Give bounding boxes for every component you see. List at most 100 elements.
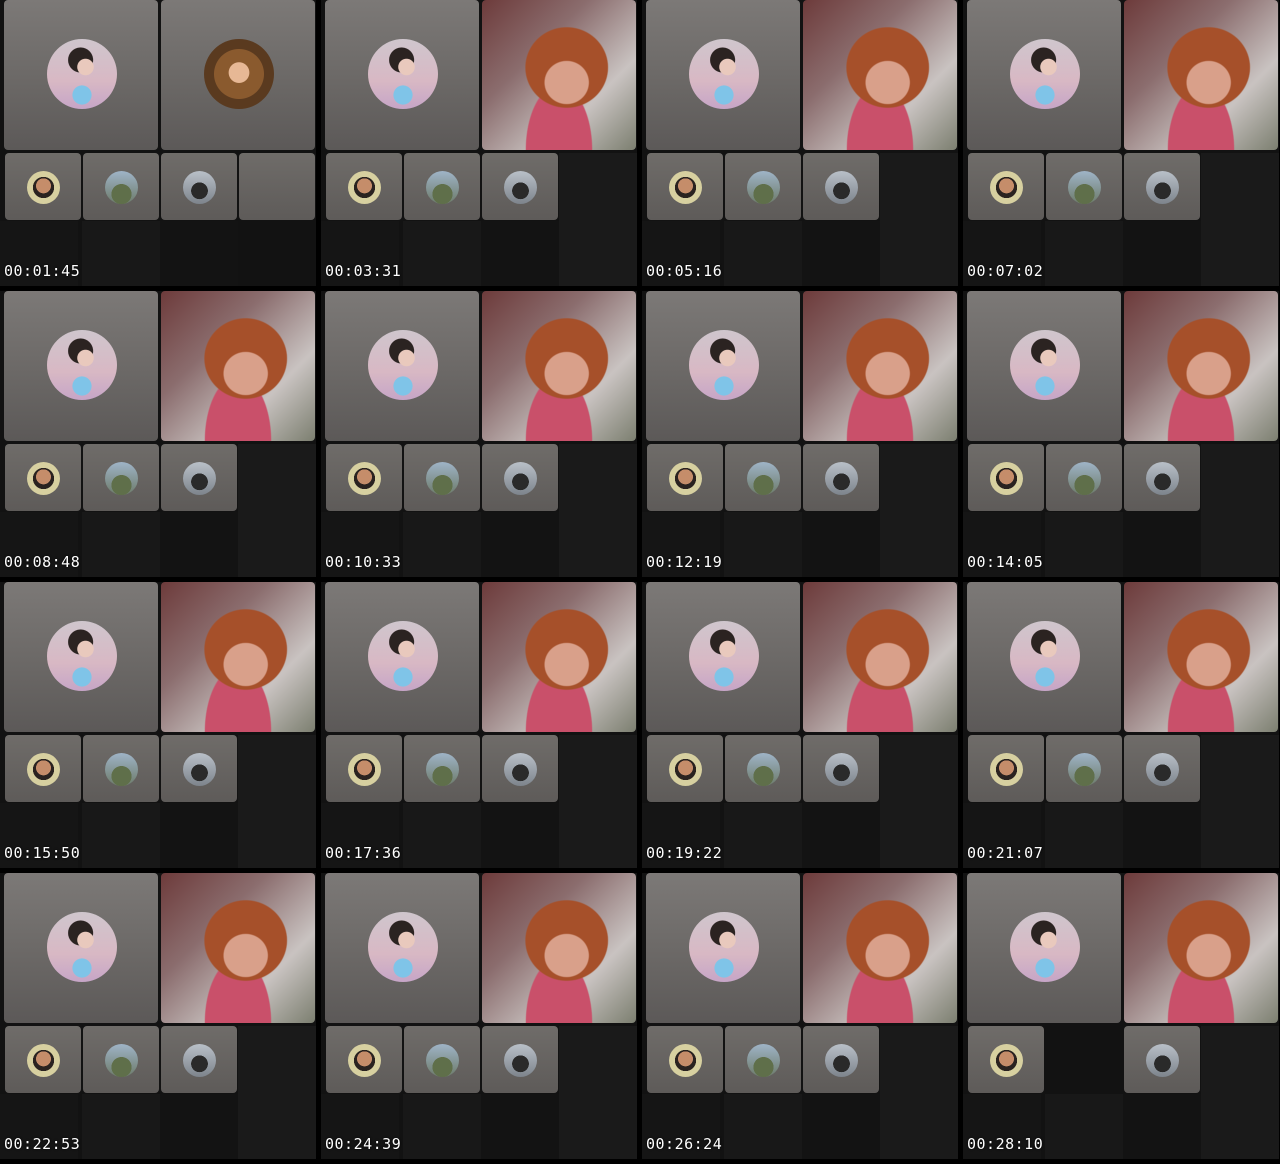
participant-video: [803, 582, 957, 732]
frame-timestamp: 00:03:31: [325, 262, 402, 280]
frame-timestamp: 00:19:22: [646, 844, 723, 862]
frame-thumbnail[interactable]: 00:24:39: [321, 873, 637, 1159]
avatar: [368, 912, 438, 982]
participant-tile-small: [161, 444, 237, 511]
participant-tile-small: [1124, 735, 1200, 802]
frame-thumbnail[interactable]: 00:17:36: [321, 582, 637, 868]
frame-thumbnail[interactable]: 00:12:19: [642, 291, 958, 577]
participant-tile-small: [5, 735, 81, 802]
avatar: [204, 39, 274, 109]
participant-tile-main: [646, 291, 800, 441]
avatar: [504, 462, 537, 495]
participant-video: [482, 873, 636, 1023]
participant-tile-small: [161, 153, 237, 220]
participant-video: [803, 873, 957, 1023]
participant-tile-small: [968, 444, 1044, 511]
avatar: [1146, 1044, 1179, 1077]
frame-timestamp: 00:28:10: [967, 1135, 1044, 1153]
participant-tile-small: [725, 1026, 801, 1093]
avatar: [1010, 912, 1080, 982]
participant-tile-small: [482, 153, 558, 220]
participant-video-small: [239, 153, 315, 220]
frame-thumbnail[interactable]: 00:26:24: [642, 873, 958, 1159]
frame-timestamp: 00:05:16: [646, 262, 723, 280]
frame-thumbnail[interactable]: 00:07:02: [963, 0, 1279, 286]
avatar: [426, 171, 459, 204]
frame-timestamp: 00:22:53: [4, 1135, 81, 1153]
frame-thumbnail[interactable]: 00:10:33: [321, 291, 637, 577]
participant-tile-small: [83, 735, 159, 802]
avatar: [183, 462, 216, 495]
frame-thumbnail[interactable]: 00:08:48: [0, 291, 316, 577]
avatar: [990, 171, 1023, 204]
avatar: [348, 753, 381, 786]
participant-tile-small: [647, 444, 723, 511]
participant-video: [1124, 291, 1278, 441]
avatar: [27, 753, 60, 786]
participant-tile-small: [803, 153, 879, 220]
frame-thumbnail[interactable]: 00:21:07: [963, 582, 1279, 868]
frame-thumbnail[interactable]: 00:28:10: [963, 873, 1279, 1159]
avatar: [1068, 171, 1101, 204]
participant-tile-small: [83, 1026, 159, 1093]
avatar: [47, 912, 117, 982]
video-contact-sheet: 00:01:45 00:03:31 00:05:16 00:07:02 00:0…: [0, 0, 1280, 1164]
participant-tile-small: [647, 735, 723, 802]
participant-tile-small: [1046, 153, 1122, 220]
participant-tile-small: [725, 153, 801, 220]
participant-tile-small: [1046, 444, 1122, 511]
avatar: [747, 753, 780, 786]
participant-tile-small: [803, 444, 879, 511]
participant-tile-main: [646, 0, 800, 150]
participant-tile-small: [482, 444, 558, 511]
avatar: [504, 171, 537, 204]
participant-tile-main: [325, 291, 479, 441]
avatar: [348, 1044, 381, 1077]
participant-tile-main: [4, 582, 158, 732]
participant-video: [803, 0, 957, 150]
avatar: [105, 753, 138, 786]
participant-tile-small: [326, 1026, 402, 1093]
participant-video: [482, 291, 636, 441]
participant-video: [803, 291, 957, 441]
frame-thumbnail[interactable]: 00:03:31: [321, 0, 637, 286]
frame-thumbnail[interactable]: 00:19:22: [642, 582, 958, 868]
participant-tile-small: [968, 735, 1044, 802]
participant-tile-small: [725, 444, 801, 511]
participant-tile-small: [647, 1026, 723, 1093]
avatar: [1146, 462, 1179, 495]
avatar: [689, 330, 759, 400]
participant-tile-small: [5, 1026, 81, 1093]
participant-tile-main: [325, 873, 479, 1023]
participant-tile-main: [4, 291, 158, 441]
participant-tile-small: [404, 444, 480, 511]
frame-thumbnail[interactable]: 00:15:50: [0, 582, 316, 868]
frame-timestamp: 00:17:36: [325, 844, 402, 862]
avatar: [1010, 621, 1080, 691]
participant-tile-main: [967, 291, 1121, 441]
avatar: [747, 171, 780, 204]
participant-video: [161, 873, 315, 1023]
participant-tile-small: [404, 153, 480, 220]
avatar: [426, 462, 459, 495]
avatar: [183, 171, 216, 204]
avatar: [1068, 753, 1101, 786]
avatar: [27, 171, 60, 204]
participant-video: [1124, 0, 1278, 150]
participant-video: [161, 291, 315, 441]
participant-tile-small: [1124, 1026, 1200, 1093]
frame-thumbnail[interactable]: 00:14:05: [963, 291, 1279, 577]
avatar: [368, 39, 438, 109]
frame-thumbnail[interactable]: 00:01:45: [0, 0, 316, 286]
participant-tile-small: [326, 153, 402, 220]
participant-tile-main: [646, 582, 800, 732]
frame-timestamp: 00:10:33: [325, 553, 402, 571]
frame-thumbnail[interactable]: 00:05:16: [642, 0, 958, 286]
frame-timestamp: 00:14:05: [967, 553, 1044, 571]
frame-thumbnail[interactable]: 00:22:53: [0, 873, 316, 1159]
avatar: [669, 753, 702, 786]
avatar: [1010, 39, 1080, 109]
avatar: [105, 171, 138, 204]
avatar: [368, 330, 438, 400]
participant-tile-small: [803, 735, 879, 802]
